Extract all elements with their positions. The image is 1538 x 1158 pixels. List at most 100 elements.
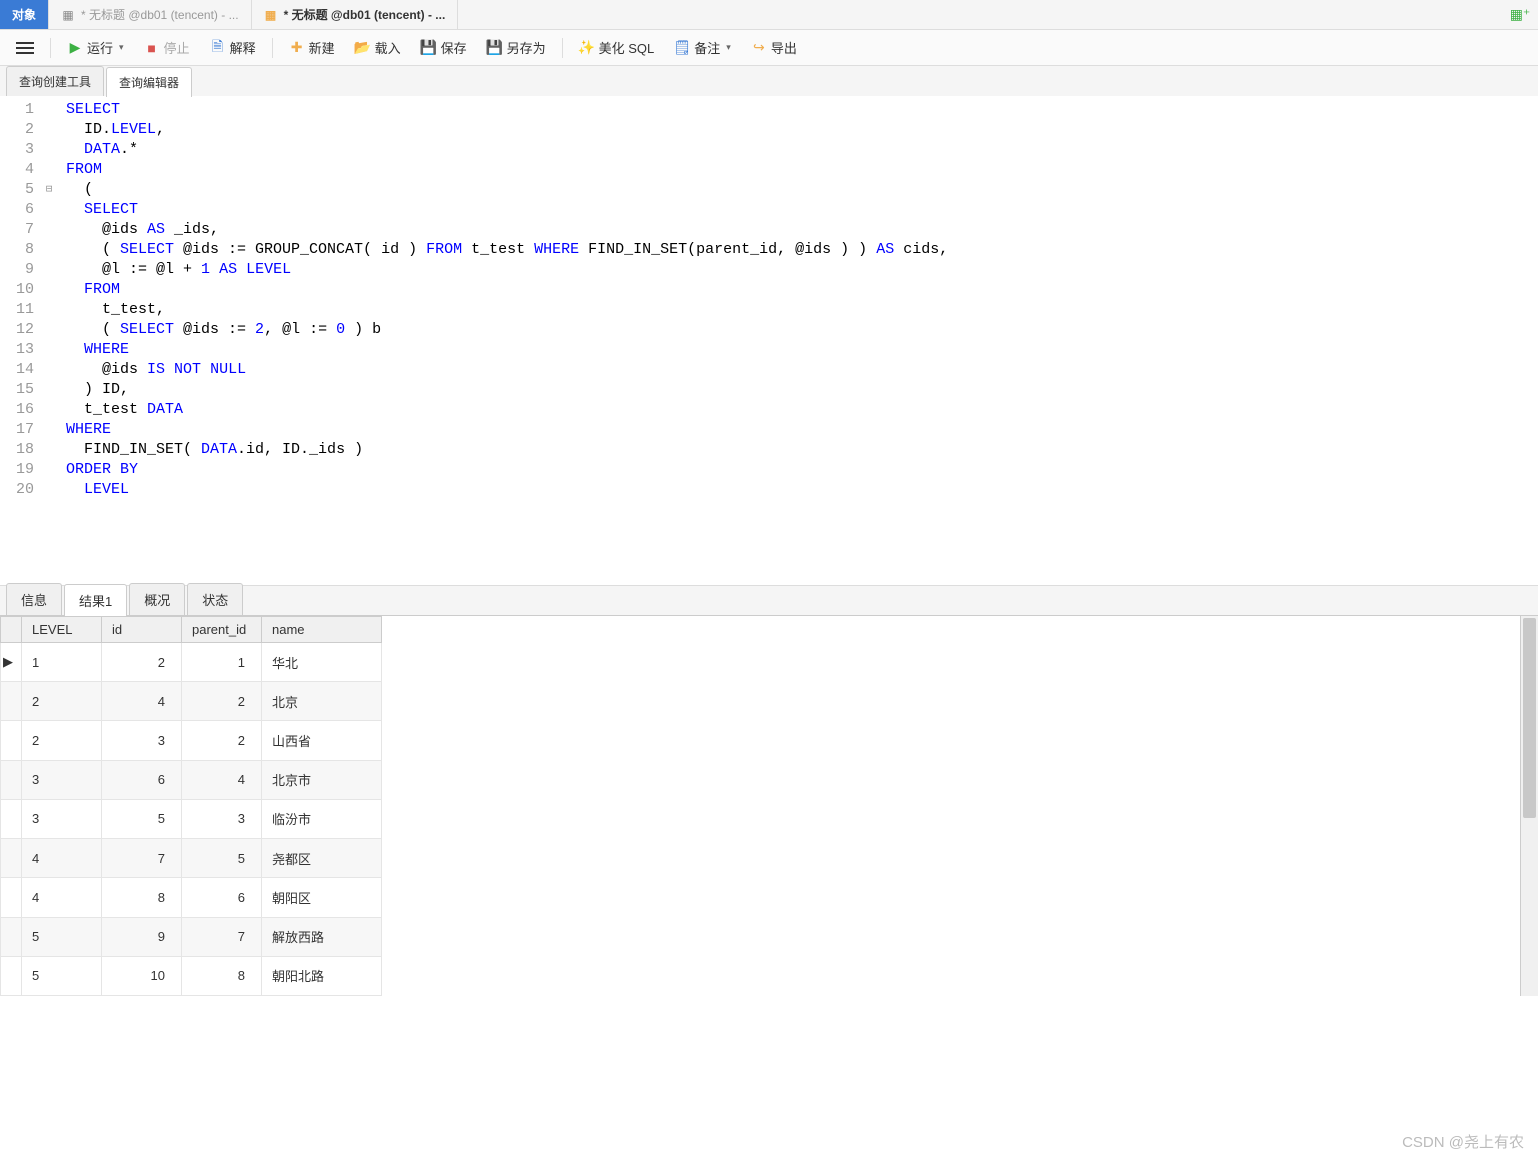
cell[interactable]: 5 <box>22 917 102 956</box>
query-tab-1-label: * 无标题 @db01 (tencent) - ... <box>81 6 239 23</box>
save-button[interactable]: 💾保存 <box>413 34 475 61</box>
column-header[interactable]: parent_id <box>182 617 262 643</box>
fold-column: ⊟ <box>40 96 58 585</box>
cell[interactable]: 3 <box>22 799 102 838</box>
column-header[interactable]: id <box>102 617 182 643</box>
cell[interactable]: 2 <box>182 721 262 760</box>
cell[interactable]: 6 <box>102 760 182 799</box>
cell[interactable]: 2 <box>22 721 102 760</box>
query-tab-1[interactable]: ▦ * 无标题 @db01 (tencent) - ... <box>49 0 252 29</box>
separator <box>50 38 51 58</box>
window-tabs: 对象 ▦ * 无标题 @db01 (tencent) - ... ▦ * 无标题… <box>0 0 1538 30</box>
cell[interactable]: 10 <box>102 956 182 995</box>
cell[interactable]: 1 <box>22 643 102 682</box>
tab-profile[interactable]: 概况 <box>129 583 185 615</box>
table-row[interactable]: 232山西省 <box>1 721 382 760</box>
table-row[interactable]: 242北京 <box>1 682 382 721</box>
column-header[interactable]: name <box>262 617 382 643</box>
cell[interactable]: 北京 <box>262 682 382 721</box>
result-grid[interactable]: LEVELidparent_idname ▶121华北242北京232山西省36… <box>0 616 382 996</box>
table-row[interactable]: 486朝阳区 <box>1 878 382 917</box>
table-row[interactable]: 475尧都区 <box>1 839 382 878</box>
stop-icon: ■ <box>144 40 160 56</box>
table-row[interactable]: 597解放西路 <box>1 917 382 956</box>
tab-status[interactable]: 状态 <box>187 583 243 615</box>
run-button[interactable]: ▶运行▾ <box>59 34 132 61</box>
plus-icon: ▦⁺ <box>1512 7 1528 23</box>
note-icon: 🗒 <box>674 40 690 56</box>
cell[interactable]: 尧都区 <box>262 839 382 878</box>
code-content[interactable]: SELECT ID.LEVEL, DATA.*FROM ( SELECT @id… <box>58 96 1538 585</box>
cell[interactable]: 朝阳区 <box>262 878 382 917</box>
new-button[interactable]: ✚新建 <box>281 34 343 61</box>
cell[interactable]: 7 <box>102 839 182 878</box>
tab-info[interactable]: 信息 <box>6 583 62 615</box>
dropdown-caret-icon: ▾ <box>726 42 731 53</box>
save-icon: 💾 <box>421 40 437 56</box>
table-row[interactable]: 364北京市 <box>1 760 382 799</box>
query-tab-2[interactable]: ▦ * 无标题 @db01 (tencent) - ... <box>252 0 459 29</box>
saveas-icon: 💾 <box>487 40 503 56</box>
cell[interactable]: 1 <box>182 643 262 682</box>
separator <box>272 38 273 58</box>
cell[interactable]: 北京市 <box>262 760 382 799</box>
cell[interactable]: 华北 <box>262 643 382 682</box>
column-header[interactable]: LEVEL <box>22 617 102 643</box>
hamburger-icon <box>16 47 34 49</box>
beautify-button[interactable]: ✨美化 SQL <box>571 34 663 61</box>
play-icon: ▶ <box>67 40 83 56</box>
load-button[interactable]: 📂载入 <box>347 34 409 61</box>
tab-query-builder[interactable]: 查询创建工具 <box>6 66 104 96</box>
cell[interactable]: 4 <box>182 760 262 799</box>
cell[interactable]: 8 <box>182 956 262 995</box>
cell[interactable]: 3 <box>22 760 102 799</box>
result-tabs: 信息 结果1 概况 状态 <box>0 586 1538 616</box>
query-icon: ▦ <box>61 8 75 22</box>
cell[interactable]: 3 <box>102 721 182 760</box>
cell[interactable]: 临汾市 <box>262 799 382 838</box>
cell[interactable]: 4 <box>22 839 102 878</box>
separator <box>562 38 563 58</box>
cell[interactable]: 2 <box>182 682 262 721</box>
editor-tabs: 查询创建工具 查询编辑器 <box>0 66 1538 96</box>
cell[interactable]: 9 <box>102 917 182 956</box>
new-icon: ✚ <box>289 40 305 56</box>
query-icon: ▦ <box>264 8 278 22</box>
line-number-gutter: 1234567891011121314151617181920 <box>0 96 40 585</box>
cell[interactable]: 朝阳北路 <box>262 956 382 995</box>
table-row[interactable]: 5108朝阳北路 <box>1 956 382 995</box>
cell[interactable]: 8 <box>102 878 182 917</box>
cell[interactable]: 5 <box>182 839 262 878</box>
cell[interactable]: 7 <box>182 917 262 956</box>
export-icon: ↪ <box>751 40 767 56</box>
table-row[interactable]: ▶121华北 <box>1 643 382 682</box>
stop-button[interactable]: ■停止 <box>136 34 198 61</box>
explain-button[interactable]: 🗎解释 <box>202 34 264 61</box>
notes-button[interactable]: 🗒备注▾ <box>666 34 739 61</box>
result-grid-wrap: LEVELidparent_idname ▶121华北242北京232山西省36… <box>0 616 1538 996</box>
cell[interactable]: 解放西路 <box>262 917 382 956</box>
cell[interactable]: 5 <box>102 799 182 838</box>
cell[interactable]: 3 <box>182 799 262 838</box>
new-tab-button[interactable]: ▦⁺ <box>1502 0 1538 29</box>
cell[interactable]: 4 <box>22 878 102 917</box>
toolbar: ▶运行▾ ■停止 🗎解释 ✚新建 📂载入 💾保存 💾另存为 ✨美化 SQL 🗒备… <box>0 30 1538 66</box>
folder-icon: 📂 <box>355 40 371 56</box>
wand-icon: ✨ <box>579 40 595 56</box>
explain-icon: 🗎 <box>210 40 226 56</box>
cell[interactable]: 4 <box>102 682 182 721</box>
sql-editor[interactable]: 1234567891011121314151617181920 ⊟ SELECT… <box>0 96 1538 586</box>
tab-query-editor[interactable]: 查询编辑器 <box>106 67 192 97</box>
cell[interactable]: 5 <box>22 956 102 995</box>
cell[interactable]: 2 <box>22 682 102 721</box>
tab-result1[interactable]: 结果1 <box>64 584 127 616</box>
cell[interactable]: 6 <box>182 878 262 917</box>
export-button[interactable]: ↪导出 <box>743 34 805 61</box>
vertical-scrollbar[interactable] <box>1520 616 1538 996</box>
objects-tab[interactable]: 对象 <box>0 0 49 29</box>
cell[interactable]: 山西省 <box>262 721 382 760</box>
saveas-button[interactable]: 💾另存为 <box>479 34 554 61</box>
table-row[interactable]: 353临汾市 <box>1 799 382 838</box>
cell[interactable]: 2 <box>102 643 182 682</box>
menu-button[interactable] <box>8 43 42 53</box>
